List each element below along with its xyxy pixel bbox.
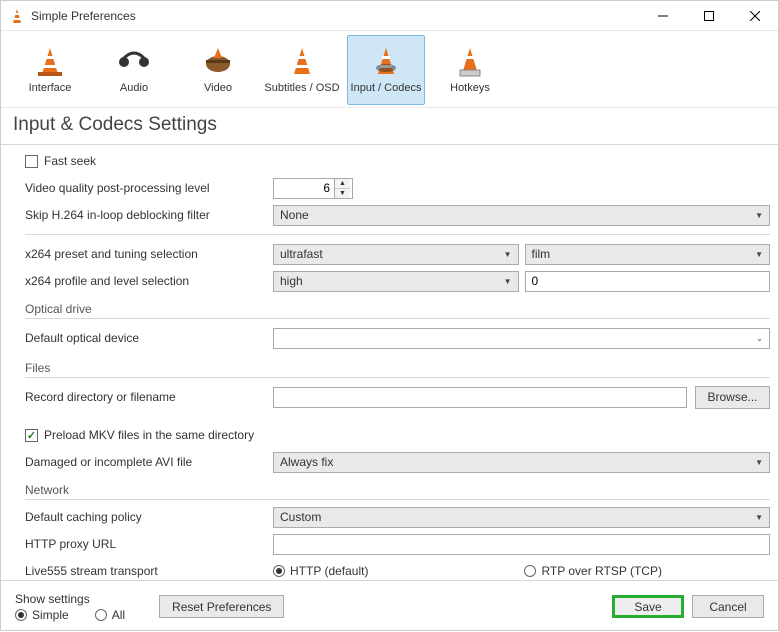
combo-value: high: [280, 274, 504, 288]
audio-icon: [118, 46, 150, 78]
chevron-down-icon: ▼: [504, 277, 512, 286]
vlc-app-icon: [9, 8, 25, 24]
show-simple-radio[interactable]: Simple: [15, 608, 69, 622]
chevron-down-icon: ⌄: [756, 334, 763, 343]
combo-value: ultrafast: [280, 247, 504, 261]
chevron-down-icon: ▼: [504, 250, 512, 259]
interface-icon: [34, 46, 66, 78]
settings-scroll-area: Fast seek Video quality post-processing …: [1, 145, 778, 580]
checkbox-label: Fast seek: [44, 154, 96, 168]
fast-seek-checkbox[interactable]: Fast seek: [25, 154, 96, 168]
default-optical-combo[interactable]: ⌄: [273, 328, 770, 349]
x264-preset-combo[interactable]: ultrafast ▼: [273, 244, 519, 265]
tab-input-codecs[interactable]: Input / Codecs: [347, 35, 425, 105]
video-quality-spinner[interactable]: ▲▼: [273, 178, 353, 199]
reset-preferences-button[interactable]: Reset Preferences: [159, 595, 284, 618]
video-quality-value[interactable]: [274, 179, 334, 198]
chevron-down-icon: ▼: [755, 458, 763, 467]
preload-mkv-checkbox[interactable]: Preload MKV files in the same directory: [25, 428, 254, 442]
video-quality-label: Video quality post-processing level: [25, 181, 265, 195]
x264-level-input[interactable]: [525, 271, 771, 292]
record-dir-input[interactable]: [273, 387, 687, 408]
tab-subtitles-osd[interactable]: Subtitles / OSD: [263, 35, 341, 105]
cancel-button[interactable]: Cancel: [692, 595, 764, 618]
damaged-avi-combo[interactable]: Always fix ▼: [273, 452, 770, 473]
x264-preset-label: x264 preset and tuning selection: [25, 247, 265, 261]
skip-h264-label: Skip H.264 in-loop deblocking filter: [25, 208, 265, 222]
minimize-button[interactable]: [640, 1, 686, 31]
tab-label: Hotkeys: [450, 82, 490, 94]
tab-hotkeys[interactable]: Hotkeys: [431, 35, 509, 105]
live555-http-radio[interactable]: HTTP (default): [273, 564, 368, 578]
preferences-tabs: Interface Audio Video Subtitles / OSD In…: [1, 31, 778, 107]
chevron-down-icon: ▼: [755, 211, 763, 220]
default-optical-label: Default optical device: [25, 331, 265, 345]
save-button[interactable]: Save: [612, 595, 684, 618]
http-proxy-input[interactable]: [273, 534, 770, 555]
radio-label: Simple: [32, 608, 69, 622]
combo-value: None: [280, 208, 755, 222]
radio-icon: [95, 609, 107, 621]
tab-audio[interactable]: Audio: [95, 35, 173, 105]
radio-label: RTP over RTSP (TCP): [541, 564, 661, 578]
combo-value: film: [532, 247, 756, 261]
checkbox-icon: [25, 429, 38, 442]
x264-profile-combo[interactable]: high ▼: [273, 271, 519, 292]
close-button[interactable]: [732, 1, 778, 31]
chevron-down-icon: ▼: [755, 250, 763, 259]
skip-h264-combo[interactable]: None ▼: [273, 205, 770, 226]
tab-label: Subtitles / OSD: [264, 82, 339, 94]
window-title: Simple Preferences: [31, 9, 640, 23]
maximize-button[interactable]: [686, 1, 732, 31]
hotkeys-icon: [454, 46, 486, 78]
radio-icon: [15, 609, 27, 621]
input-codecs-icon: [370, 46, 402, 78]
tab-label: Video: [204, 82, 232, 94]
title-bar: Simple Preferences: [1, 1, 778, 31]
spinner-up-icon[interactable]: ▲: [335, 179, 350, 189]
combo-value: Always fix: [280, 455, 755, 469]
video-icon: [202, 46, 234, 78]
show-settings-label: Show settings: [15, 592, 145, 606]
checkbox-icon: [25, 155, 38, 168]
browse-button[interactable]: Browse...: [695, 386, 770, 409]
record-dir-label: Record directory or filename: [25, 390, 265, 404]
files-group-title: Files: [25, 361, 770, 378]
caching-label: Default caching policy: [25, 510, 265, 524]
network-group-title: Network: [25, 483, 770, 500]
radio-label: HTTP (default): [290, 564, 368, 578]
http-proxy-label: HTTP proxy URL: [25, 537, 265, 551]
damaged-avi-label: Damaged or incomplete AVI file: [25, 455, 265, 469]
live555-rtp-radio[interactable]: RTP over RTSP (TCP): [524, 564, 661, 578]
chevron-down-icon: ▼: [755, 513, 763, 522]
tab-video[interactable]: Video: [179, 35, 257, 105]
spinner-down-icon[interactable]: ▼: [335, 189, 350, 198]
tab-interface[interactable]: Interface: [11, 35, 89, 105]
optical-group-title: Optical drive: [25, 302, 770, 319]
radio-label: All: [112, 608, 125, 622]
tab-label: Input / Codecs: [351, 82, 422, 94]
radio-icon: [524, 565, 536, 577]
x264-profile-label: x264 profile and level selection: [25, 274, 265, 288]
page-title: Input & Codecs Settings: [1, 107, 778, 145]
caching-combo[interactable]: Custom ▼: [273, 507, 770, 528]
show-all-radio[interactable]: All: [95, 608, 125, 622]
combo-value: Custom: [280, 510, 755, 524]
x264-tuning-combo[interactable]: film ▼: [525, 244, 771, 265]
footer-bar: Show settings Simple All Reset Preferenc…: [1, 580, 778, 632]
live555-label: Live555 stream transport: [25, 564, 265, 578]
radio-icon: [273, 565, 285, 577]
tab-label: Audio: [120, 82, 148, 94]
checkbox-label: Preload MKV files in the same directory: [44, 428, 254, 442]
window-controls: [640, 1, 778, 31]
tab-label: Interface: [29, 82, 72, 94]
subtitles-icon: [286, 46, 318, 78]
